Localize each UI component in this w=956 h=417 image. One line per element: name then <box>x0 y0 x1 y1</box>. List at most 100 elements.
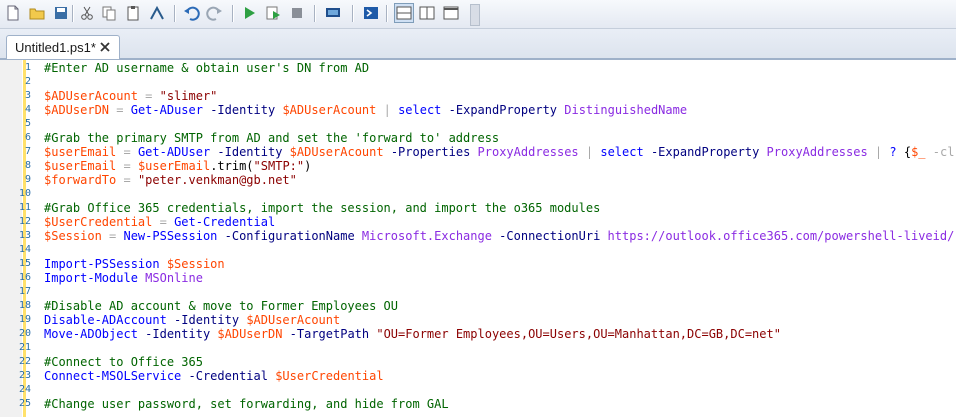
code-line[interactable]: $userEmail = $userEmail.trim("SMTP:") <box>44 159 311 173</box>
code-token: | <box>376 103 399 117</box>
code-token: | <box>578 145 601 159</box>
code-token: -Credential <box>181 369 276 383</box>
code-token: { <box>896 145 912 159</box>
new-file-icon[interactable] <box>4 4 22 22</box>
code-token: = <box>116 145 138 159</box>
line-number: 23 <box>18 370 31 381</box>
code-line[interactable]: Disable-ADAccount -Identity $ADUserAcoun… <box>44 313 340 327</box>
redo-icon[interactable] <box>206 4 224 22</box>
code-token: #Grab Office 365 credentials, import the… <box>44 201 601 215</box>
powershell-console-icon[interactable] <box>362 4 380 22</box>
code-token: ? <box>889 145 897 159</box>
undo-icon[interactable] <box>182 4 200 22</box>
code-token: $ADUserAcount <box>246 313 341 327</box>
code-token: $ADUserDN <box>44 103 110 117</box>
code-line[interactable]: Connect-MSOLService -Credential $UserCre… <box>44 369 384 383</box>
tab-untitled1[interactable]: Untitled1.ps1* <box>6 35 120 59</box>
toolbar-separator <box>314 5 316 22</box>
code-token: Get-ADuser <box>130 103 203 117</box>
code-line[interactable]: $ADUserDN = Get-ADuser -Identity $ADUser… <box>44 103 687 117</box>
code-line[interactable]: $UserCredential = Get-Credential <box>44 215 275 229</box>
line-number: 11 <box>18 202 31 213</box>
stop-icon[interactable] <box>288 4 306 22</box>
line-number: 8 <box>24 160 31 171</box>
line-number: 16 <box>18 272 31 283</box>
code-line[interactable]: #Enter AD username & obtain user's DN fr… <box>44 61 369 75</box>
code-token: $Session <box>44 229 102 243</box>
tab-strip: Untitled1.ps1* <box>0 29 956 60</box>
copy-icon[interactable] <box>100 4 118 22</box>
layout-maximize-icon[interactable] <box>442 4 460 22</box>
line-number: 21 <box>18 342 31 353</box>
line-number: 25 <box>18 398 31 409</box>
code-token: Import-Module <box>44 271 138 285</box>
code-line[interactable]: $ADUserAcount = "slimer" <box>44 89 217 103</box>
code-token: DistinguishedName <box>564 103 688 117</box>
remote-powershell-icon[interactable] <box>324 4 342 22</box>
code-line[interactable]: #Grab Office 365 credentials, import the… <box>44 201 600 215</box>
toolbar-separator <box>232 5 234 22</box>
toolbar-separator <box>72 5 74 22</box>
paste-icon[interactable] <box>124 4 142 22</box>
line-number: 5 <box>24 118 31 129</box>
line-number: 1 <box>24 62 31 73</box>
code-token: $UserCredential <box>275 369 384 383</box>
layout-top-icon[interactable] <box>394 3 414 23</box>
code-token: $Session <box>166 257 225 271</box>
line-number: 10 <box>18 188 31 199</box>
code-token: $UserCredential <box>44 215 153 229</box>
toolbar-grip[interactable] <box>470 4 480 26</box>
line-number: 4 <box>24 104 31 115</box>
script-editor[interactable]: 1 #Enter AD username & obtain user's DN f… <box>0 60 956 417</box>
tab-label: Untitled1.ps1* <box>15 40 96 55</box>
code-token: #Grab the primary SMTP from AD and set t… <box>44 131 500 145</box>
cut-icon[interactable] <box>78 4 96 22</box>
code-token: -ExpandProperty <box>441 103 565 117</box>
line-number: 15 <box>18 258 31 269</box>
line-number: 13 <box>18 230 31 241</box>
code-line[interactable]: $forwardTo = "peter.venkman@gb.net" <box>44 173 297 187</box>
code-line[interactable]: Move-ADObject -Identity $ADUserDN -Targe… <box>44 327 781 341</box>
code-token: $ADUserDN <box>217 327 283 341</box>
code-token: Disable-ADAccount <box>44 313 167 327</box>
run-script-icon[interactable] <box>240 4 258 22</box>
code-token: Import-PSSession <box>44 257 160 271</box>
line-number: 7 <box>24 146 31 157</box>
code-token: -ConnectionUri <box>491 229 608 243</box>
code-token: Connect-MSOLService <box>44 369 182 383</box>
line-number: 19 <box>18 314 31 325</box>
close-icon[interactable] <box>99 41 111 53</box>
layout-right-icon[interactable] <box>418 4 436 22</box>
toolbar-separator <box>386 5 388 22</box>
run-selection-icon[interactable] <box>264 4 282 22</box>
code-token: -Identity <box>202 103 283 117</box>
code-token: | <box>867 145 890 159</box>
code-line[interactable]: Import-Module MSOnline <box>44 271 203 285</box>
code-line[interactable]: #Grab the primary SMTP from AD and set t… <box>44 131 499 145</box>
clear-console-icon[interactable] <box>148 4 166 22</box>
code-line[interactable]: #Disable AD account & move to Former Emp… <box>44 299 398 313</box>
code-token: New-PSSession <box>123 229 218 243</box>
code-token: .trim( <box>210 159 254 173</box>
code-token: "SMTP:" <box>253 159 305 173</box>
code-token: -Identity <box>137 327 218 341</box>
code-token: https://outlook.office365.com/powershell… <box>607 229 955 243</box>
open-folder-icon[interactable] <box>28 4 46 22</box>
code-token: "peter.venkman@gb.net" <box>137 173 297 187</box>
code-line[interactable]: $userEmail = Get-ADUser -Identity $ADUse… <box>44 145 954 159</box>
line-number: 3 <box>24 90 31 101</box>
save-icon[interactable] <box>52 4 70 22</box>
code-line[interactable]: Import-PSSession $Session <box>44 257 225 271</box>
code-line[interactable]: #Change user password, set forwarding, a… <box>44 397 449 411</box>
code-line[interactable]: $Session = New-PSSession -ConfigurationN… <box>44 229 954 243</box>
code-token: #Disable AD account & move to Former Emp… <box>44 299 399 313</box>
code-token: -Identity <box>166 313 247 327</box>
code-token: $ADUserAcount <box>44 89 138 103</box>
code-token: #Connect to Office 365 <box>44 355 203 369</box>
code-token: $_ <box>911 145 926 159</box>
code-line[interactable]: #Connect to Office 365 <box>44 355 203 369</box>
line-number: 2 <box>24 76 31 87</box>
line-number: 14 <box>18 244 31 255</box>
code-token: ProxyAddresses <box>477 145 579 159</box>
